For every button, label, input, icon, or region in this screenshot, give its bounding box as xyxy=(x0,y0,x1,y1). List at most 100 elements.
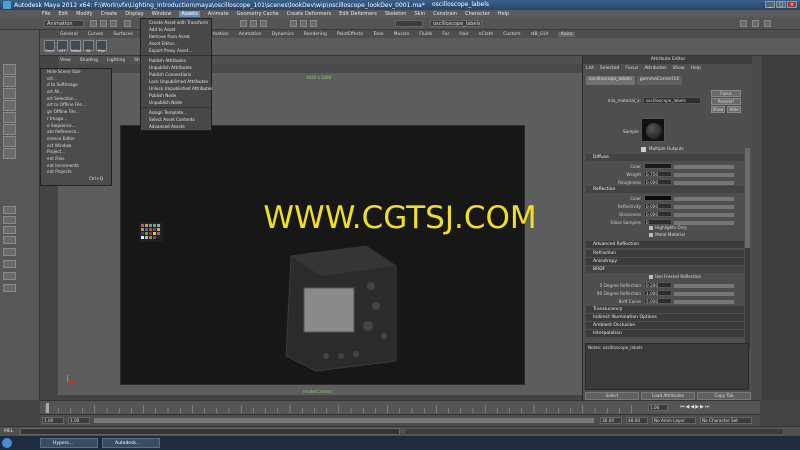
show-button[interactable]: Show xyxy=(711,106,725,113)
file-menu-item[interactable]: r Image... xyxy=(41,116,111,123)
menu-animate[interactable]: Animate xyxy=(208,11,229,17)
attr-value-field[interactable]: 0.000 xyxy=(644,203,672,209)
menu-window[interactable]: Window xyxy=(152,11,172,17)
file-menu-item[interactable]: ate Reference... xyxy=(41,129,111,136)
command-input[interactable] xyxy=(20,428,400,435)
assets-menu-item[interactable]: Remove from Asset xyxy=(141,33,211,40)
menu-skin[interactable]: Skin xyxy=(414,11,425,17)
tab-gamma-correct[interactable]: gammaCorrect14 xyxy=(636,76,683,85)
render-view-layout-icon[interactable] xyxy=(3,272,16,280)
section-indirect-illumination[interactable]: Indirect Illumination Options xyxy=(586,314,744,321)
shelf-button-se[interactable]: SE xyxy=(83,40,94,53)
metal-material-checkbox[interactable] xyxy=(649,233,653,237)
assets-menu-item[interactable]: Create Asset with Transform xyxy=(141,19,211,26)
attr-slider[interactable] xyxy=(674,212,734,217)
load-attributes-button[interactable]: Load Attributes xyxy=(641,392,695,400)
tool-settings-toggle-icon[interactable] xyxy=(752,20,759,27)
color-swatch[interactable] xyxy=(644,195,672,201)
menu-help[interactable]: Help xyxy=(498,11,509,17)
channel-box-toggle-icon[interactable] xyxy=(764,20,771,27)
section-advanced-reflection[interactable]: Advanced Reflection xyxy=(586,241,744,248)
new-scene-icon[interactable] xyxy=(90,20,97,27)
color-checker-chart[interactable] xyxy=(139,222,163,242)
shelf-tab-fluids[interactable]: Fluids xyxy=(419,32,432,37)
menu-modify[interactable]: Modify xyxy=(76,11,93,17)
attr-value-field[interactable]: 0.000 xyxy=(644,211,672,217)
file-menu-item[interactable]: ent Files xyxy=(41,156,111,163)
attr-slider[interactable] xyxy=(674,180,734,185)
mode-selector[interactable]: Animation xyxy=(44,20,84,27)
snap-point-icon[interactable] xyxy=(260,20,267,27)
manipulator-icon[interactable] xyxy=(3,136,16,147)
range-bar[interactable] xyxy=(94,418,594,423)
attr-value-field[interactable]: 0.200 xyxy=(644,282,672,288)
attr-value-field[interactable]: 1.000 xyxy=(644,290,672,296)
notes-area[interactable]: Notes: oscilloscope_labels xyxy=(585,343,749,390)
presets-button[interactable]: Presets* xyxy=(711,98,741,105)
menu-file[interactable]: File xyxy=(42,11,50,17)
color-swatch[interactable] xyxy=(644,163,672,169)
menu-assets[interactable]: Assets xyxy=(179,11,200,17)
assets-menu-item[interactable]: Publish Node xyxy=(141,92,211,99)
assets-menu-item[interactable]: Export Proxy Asset... xyxy=(141,47,211,54)
rotate-tool-icon[interactable] xyxy=(3,112,16,123)
section-brdf[interactable]: BRDF xyxy=(586,266,744,273)
panel-menu-view[interactable]: View xyxy=(60,58,71,63)
attribute-editor-side-tab[interactable] xyxy=(752,56,762,400)
shelf-tab-custom[interactable]: Custom xyxy=(503,32,520,37)
persp-outliner-layout-icon[interactable] xyxy=(3,226,16,234)
outliner-layout-icon[interactable] xyxy=(3,260,16,268)
current-frame-field[interactable]: 1.00 xyxy=(648,404,668,411)
ipr-render-icon[interactable] xyxy=(300,20,307,27)
panel-menu-lighting[interactable]: Lighting xyxy=(107,58,125,63)
panel-menu-shading[interactable]: Shading xyxy=(80,58,98,63)
open-scene-icon[interactable] xyxy=(100,20,107,27)
shelf-tab-hair[interactable]: Hair xyxy=(459,32,468,37)
ae-menu-focus[interactable]: Focus xyxy=(625,66,638,71)
menu-create[interactable]: Create xyxy=(101,11,118,17)
section-translucency[interactable]: Translucency xyxy=(586,306,744,313)
material-name-field[interactable]: oscilloscope_labels xyxy=(643,97,701,104)
channel-box-side-panel[interactable] xyxy=(762,56,800,400)
menu-edit-deformers[interactable]: Edit Deformers xyxy=(339,11,377,17)
use-fresnel-checkbox[interactable] xyxy=(649,275,653,279)
shelf-tab-animation[interactable]: Animation xyxy=(239,32,262,37)
shelf-tab-dynamics[interactable]: Dynamics xyxy=(272,32,294,37)
shelf-tab-toon[interactable]: Toon xyxy=(373,32,383,37)
ae-menu-help[interactable]: Help xyxy=(691,66,701,71)
attr-value-field[interactable]: 0 xyxy=(644,219,672,225)
file-menu-item[interactable]: erence Editor xyxy=(41,136,111,143)
assets-menu-item[interactable]: Lock Unpublished Attributes xyxy=(141,78,211,85)
shelf-button-oscil[interactable]: Oscil xyxy=(44,40,55,53)
tab-oscilloscope-labels[interactable]: oscilloscope_labels xyxy=(586,76,635,85)
section-reflection[interactable]: Reflection xyxy=(586,186,744,193)
assets-menu-item[interactable]: Assign Template... xyxy=(141,109,211,116)
ae-menu-show[interactable]: Show xyxy=(672,66,684,71)
section-anisotropy[interactable]: Anisotropy xyxy=(586,258,744,265)
playback-end-field[interactable]: 36.00 xyxy=(600,417,622,424)
file-menu-item[interactable]: ent Increments xyxy=(41,163,111,170)
shelf-tab-general[interactable]: General xyxy=(60,32,78,37)
file-menu-item[interactable]: ort... xyxy=(41,76,111,83)
save-scene-icon[interactable] xyxy=(110,20,117,27)
four-view-layout-icon[interactable] xyxy=(3,216,16,224)
file-menu-item[interactable]: Hide Scene Size xyxy=(41,69,111,76)
current-time-marker[interactable] xyxy=(46,403,49,413)
snap-curve-icon[interactable] xyxy=(250,20,257,27)
move-tool-icon[interactable] xyxy=(3,100,16,111)
assets-menu-item[interactable]: Asset Editor... xyxy=(141,40,211,47)
ae-menu-selected[interactable]: Selected xyxy=(600,66,620,71)
attr-slider[interactable] xyxy=(674,291,734,296)
shelf-tab-rendering[interactable]: Rendering xyxy=(304,32,327,37)
end-time-field[interactable]: 48.00 xyxy=(626,417,648,424)
snap-grid-icon[interactable] xyxy=(240,20,247,27)
file-menu-item[interactable]: gn Offline File... xyxy=(41,109,111,116)
attr-slider[interactable] xyxy=(674,172,734,177)
file-menu-item[interactable]: e Sequence... xyxy=(41,123,111,130)
last-tool-icon[interactable] xyxy=(3,148,16,159)
hide-button[interactable]: Hide xyxy=(727,106,741,113)
attr-slider[interactable] xyxy=(674,283,734,288)
persp-graph-layout-icon[interactable] xyxy=(3,236,16,244)
file-menu-item[interactable]: ort to Offline File... xyxy=(41,102,111,109)
scrollbar-thumb[interactable] xyxy=(745,148,750,248)
